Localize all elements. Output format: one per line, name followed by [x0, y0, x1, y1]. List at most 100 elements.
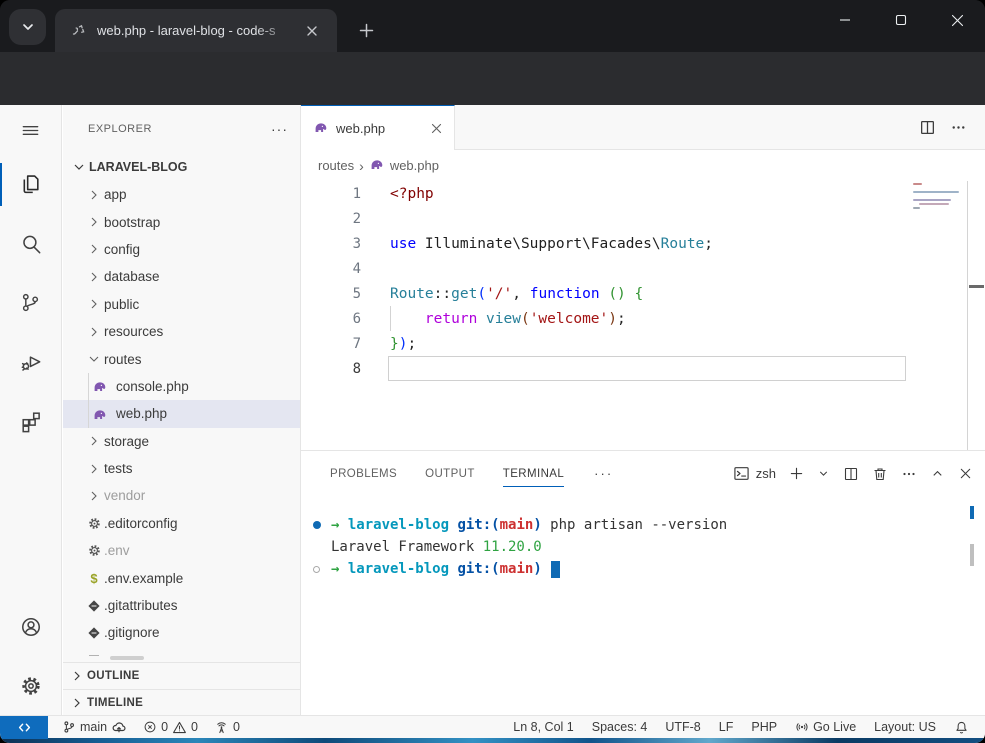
terminal-scrollbar[interactable] [970, 544, 974, 566]
timeline-section-header[interactable]: TIMELINE [63, 689, 300, 715]
new-tab-button[interactable] [352, 16, 380, 44]
go-live-item[interactable]: Go Live [789, 720, 862, 734]
tab-problems[interactable]: PROBLEMS [330, 451, 397, 496]
git-file-icon-slot [86, 625, 102, 641]
tree-item-bootstrap[interactable]: bootstrap [63, 208, 300, 235]
dollar-file-icon-slot: $ [86, 570, 102, 586]
menu-button[interactable] [0, 105, 61, 155]
explorer-title: EXPLORER [88, 123, 271, 135]
browser-tab[interactable]: web.php - laravel-blog - code-s [55, 9, 337, 52]
tree-item-editorconfig[interactable]: .editorconfig [63, 510, 300, 537]
maximize-button[interactable] [873, 0, 929, 40]
source-control-icon [18, 290, 43, 315]
tree-item-env-example[interactable]: $.env.example [63, 564, 300, 591]
branch-status-item[interactable]: main [56, 719, 133, 735]
terminal-dropdown-icon[interactable] [817, 467, 830, 480]
tab-search-button[interactable] [9, 9, 46, 45]
tree-item-storage[interactable]: storage [63, 428, 300, 455]
breadcrumb-file[interactable]: web.php [390, 158, 439, 173]
split-terminal-icon[interactable] [843, 466, 859, 482]
php-file-icon [369, 156, 385, 175]
tree-item-gitattributes[interactable]: .gitattributes [63, 592, 300, 619]
panel-more-tabs-button[interactable]: ··· [594, 466, 613, 481]
cursor-position-item[interactable]: Ln 8, Col 1 [507, 720, 579, 734]
panel-more-actions-icon[interactable] [901, 466, 917, 482]
tree-item-gitignore[interactable]: .gitignore [63, 619, 300, 646]
new-terminal-icon[interactable] [789, 466, 804, 481]
terminal-content[interactable]: → laravel-blog git:(main) php artisan --… [301, 496, 985, 715]
line-number: 8 [301, 361, 361, 377]
tree-item-env[interactable]: .env [63, 537, 300, 564]
php-file-icon [92, 406, 108, 422]
remote-indicator[interactable] [0, 716, 48, 739]
breadcrumb-folder[interactable]: routes [318, 158, 354, 173]
keyboard-layout-item[interactable]: Layout: US [868, 720, 942, 734]
editor-tab-webphp[interactable]: web.php [301, 105, 455, 150]
terminal-shell-item[interactable]: zsh [733, 465, 776, 482]
notifications-item[interactable] [948, 720, 975, 735]
folder-chevron [86, 488, 102, 504]
close-panel-icon[interactable] [958, 466, 973, 481]
tree-item-label: database [104, 269, 160, 284]
tree-item-label: .env [104, 543, 130, 558]
terminal-scroll-mark [970, 506, 974, 519]
account-button[interactable] [0, 597, 61, 656]
php-file-icon-slot [92, 406, 108, 422]
editor-more-actions-icon[interactable] [950, 119, 967, 136]
minimize-button[interactable] [817, 0, 873, 40]
indentation-item[interactable]: Spaces: 4 [586, 720, 654, 734]
outline-section-header[interactable]: OUTLINE [63, 662, 300, 689]
tree-item-resources[interactable]: resources [63, 318, 300, 345]
language-mode-item[interactable]: PHP [745, 720, 783, 734]
editor-tab-close-button[interactable] [426, 118, 446, 138]
sidebar-item-run-debug[interactable] [0, 332, 61, 391]
tree-item-routes[interactable]: routes [63, 345, 300, 372]
code-text: }); [361, 336, 416, 352]
folder-chevron [86, 187, 102, 203]
tree-item-label: app [104, 187, 127, 202]
code-line-4: 4 [301, 256, 985, 281]
browser-toolbar: - .brap.dev/?folder=/home/brap/... [0, 52, 985, 105]
tree-item-tests[interactable]: tests [63, 455, 300, 482]
tab-output[interactable]: OUTPUT [425, 451, 475, 496]
sidebar-item-explorer[interactable] [0, 155, 61, 214]
remote-icon [17, 720, 32, 735]
overview-ruler[interactable] [967, 181, 985, 450]
tree-item-web-php[interactable]: web.php [63, 400, 300, 427]
tab-terminal[interactable]: TERMINAL [503, 451, 564, 496]
settings-button[interactable] [0, 656, 61, 715]
command-decoration-prompt [311, 566, 331, 573]
code-editor[interactable]: 1<?php23use Illuminate\Support\Facades\R… [301, 181, 985, 450]
minimap[interactable] [908, 181, 967, 450]
sidebar-item-extensions[interactable] [0, 391, 61, 450]
sidebar-item-search[interactable] [0, 214, 61, 273]
ports-status-item[interactable]: 0 [208, 720, 246, 735]
chevron-right-icon [86, 214, 102, 230]
problems-status-item[interactable]: 0 0 [137, 720, 204, 735]
breadcrumb[interactable]: routes › web.php [301, 150, 985, 181]
tree-item-label: vendor [104, 488, 145, 503]
tree-item-label: storage [104, 434, 149, 449]
errors-icon [143, 720, 157, 734]
maximize-panel-icon[interactable] [930, 466, 945, 481]
php-file-icon [313, 119, 329, 135]
sidebar-item-source-control[interactable] [0, 273, 61, 332]
tree-item-vendor[interactable]: vendor [63, 482, 300, 509]
tree-item-app[interactable]: app [63, 181, 300, 208]
explorer-more-button[interactable]: ··· [271, 121, 288, 137]
tree-item-config[interactable]: config [63, 236, 300, 263]
search-icon [18, 231, 44, 257]
line-number: 1 [301, 186, 361, 202]
kill-terminal-trash-icon[interactable] [872, 466, 888, 482]
tree-item-public[interactable]: public [63, 291, 300, 318]
split-editor-icon[interactable] [919, 119, 936, 136]
tree-item-database[interactable]: database [63, 263, 300, 290]
project-root-row[interactable]: LARAVEL-BLOG [63, 152, 300, 181]
tab-close-button[interactable] [301, 20, 323, 42]
tree-item-console-php[interactable]: console.php [63, 373, 300, 400]
close-window-button[interactable] [929, 0, 985, 40]
encoding-item[interactable]: UTF-8 [659, 720, 706, 734]
eol-item[interactable]: LF [713, 720, 740, 734]
minimap-line [913, 207, 920, 209]
close-icon [306, 25, 318, 37]
